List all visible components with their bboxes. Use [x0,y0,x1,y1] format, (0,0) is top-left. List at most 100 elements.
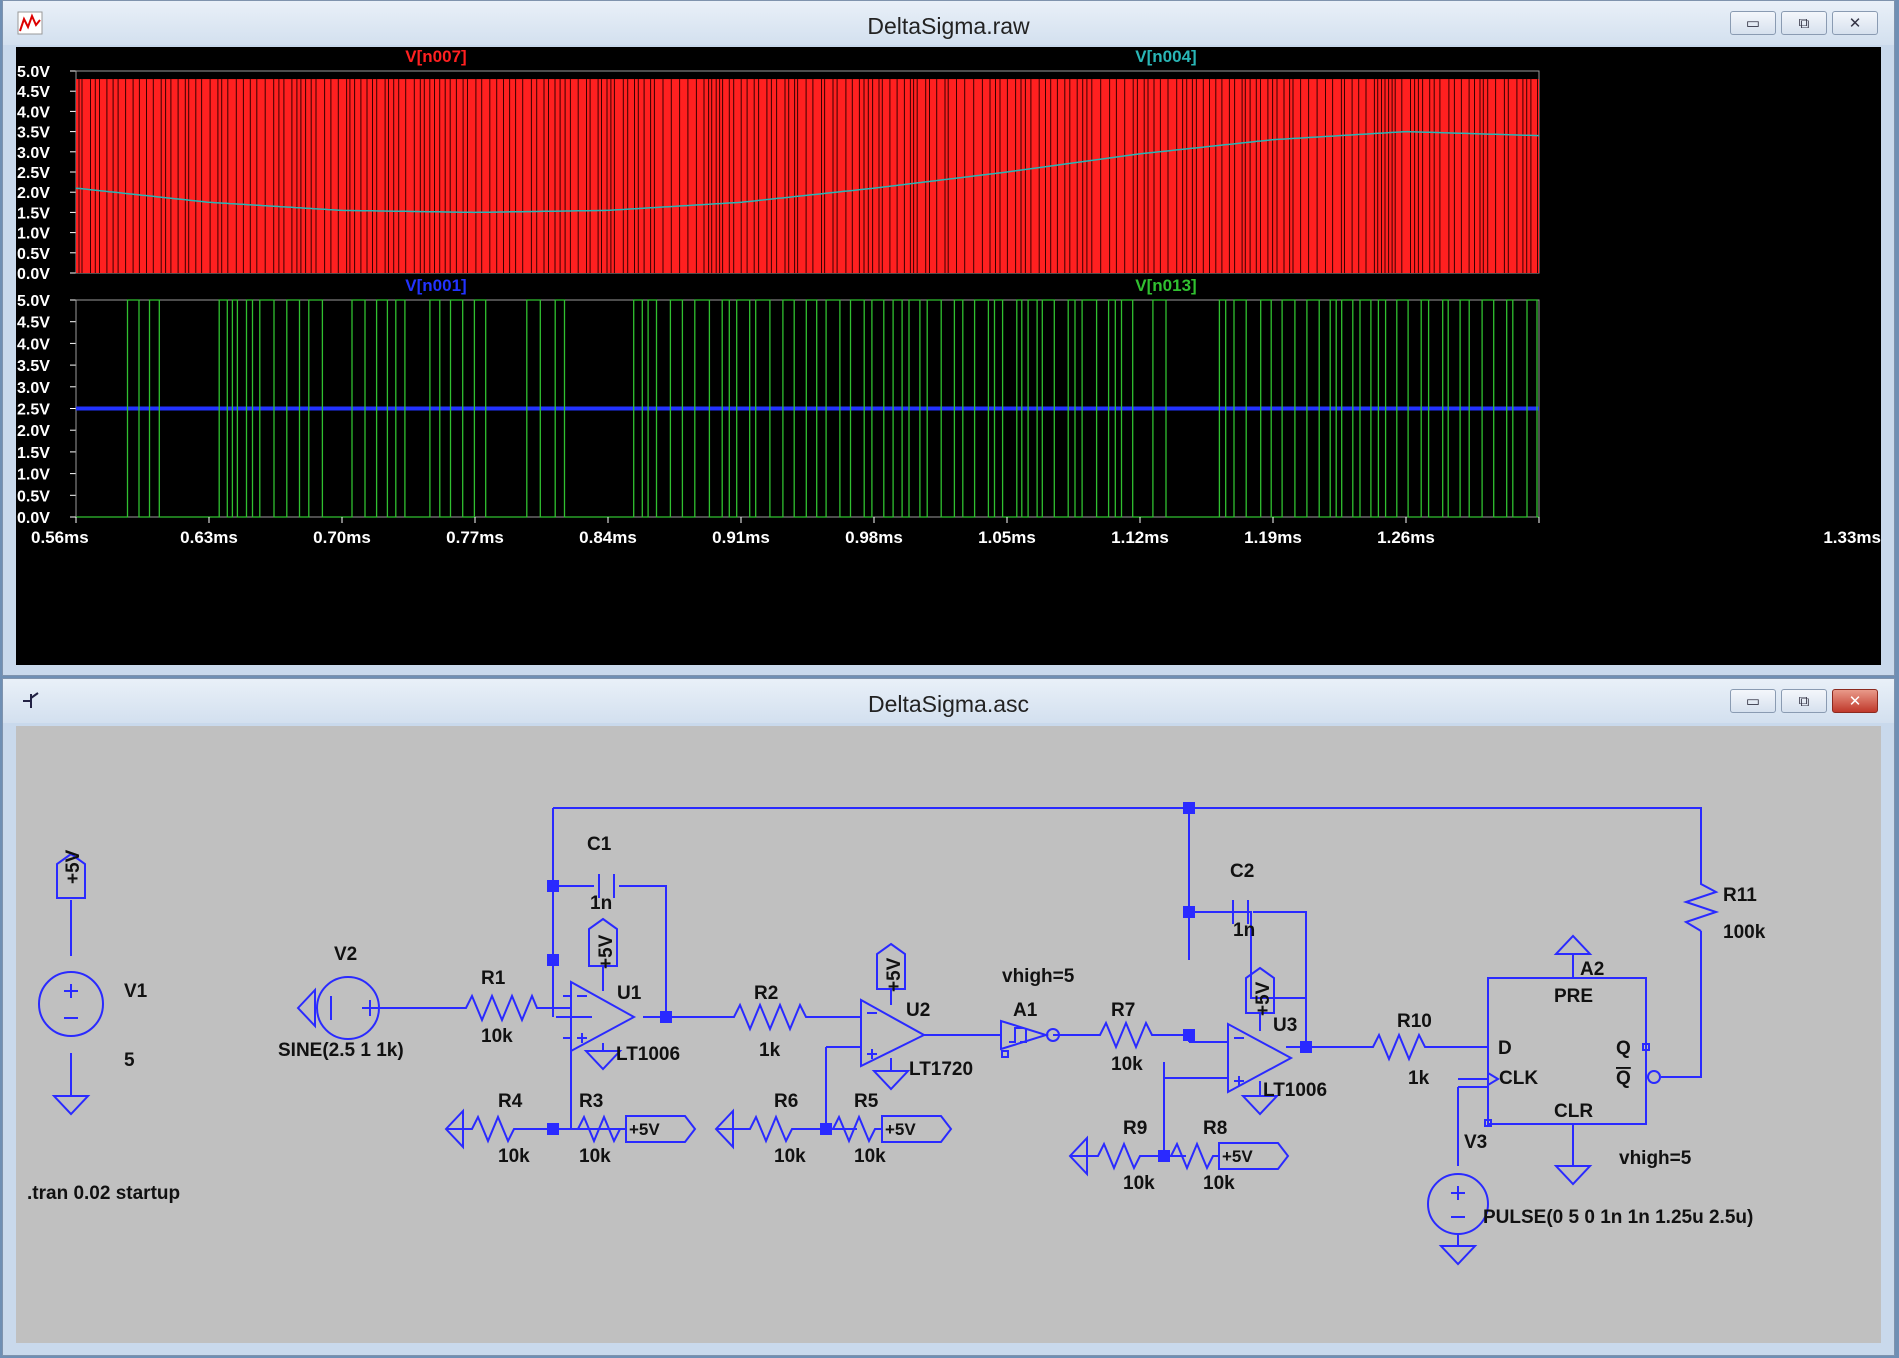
u1-part: LT1006 [616,1044,680,1065]
close-button[interactable]: ✕ [1832,689,1878,713]
r2-value: 1k [759,1040,781,1061]
y-tick-label: 0.0V [17,266,50,283]
minimize-button[interactable]: ▭ [1730,11,1776,35]
a1-inverter-symbol[interactable] [1000,1019,1050,1051]
r4-resistor-symbol[interactable] [465,1114,520,1144]
a2-pin-d: D [1498,1038,1512,1059]
r11-value: 100k [1723,922,1766,943]
legend-vn007[interactable]: V[n007] [405,47,466,66]
y-tick-label: 3.5V [17,358,50,375]
legend-vn013[interactable]: V[n013] [1135,276,1196,295]
y-tick-label: 2.5V [17,402,50,419]
r6-resistor-symbol[interactable] [743,1114,799,1144]
v1-source-symbol[interactable] [38,971,104,1037]
x-tick-label: 1.26ms [1377,528,1435,547]
schematic-window[interactable]: DeltaSigma.asc ▭ ⧉ ✕ +5V V1 5 V2 SINE(2.… [2,678,1895,1356]
supply-label: +5V [885,1120,916,1139]
legend-vn001[interactable]: V[n001] [405,276,466,295]
schematic-canvas[interactable]: +5V V1 5 V2 SINE(2.5 1 1k) R1 10k C1 1n … [16,726,1881,1343]
supply-label: +5V [596,934,617,969]
waveform-plot-svg[interactable]: 5.0V 4.5V 4.0V 3.5V 3.0V 2.5V 2.0V 1.5V 1.0V 0.5V… [16,47,1881,665]
y-tick-label: 4.0V [17,336,50,353]
y-tick-label: 5.0V [17,64,50,81]
junction-dot [1300,1041,1312,1053]
schematic-window-titlebar[interactable]: DeltaSigma.asc ▭ ⧉ ✕ [3,679,1894,723]
u2-part: LT1720 [909,1059,973,1080]
y-tick-label: 0.0V [17,510,50,527]
ground-v2 [296,987,316,1029]
r5-name: R5 [854,1091,879,1112]
close-button[interactable]: ✕ [1832,11,1878,35]
y-tick-label: 5.0V [17,293,50,310]
r1-value: 10k [481,1026,513,1047]
c2-value: 1n [1233,920,1255,941]
x-tick-label: 0.63ms [180,528,238,547]
waveform-window-titlebar[interactable]: DeltaSigma.raw ▭ ⧉ ✕ [3,1,1894,45]
maximize-button[interactable]: ⧉ [1781,689,1827,713]
v3-source-symbol[interactable] [1427,1173,1489,1235]
supply-label: +5V [884,957,905,992]
r7-name: R7 [1111,1000,1135,1021]
close-icon: ✕ [1848,693,1862,710]
a2-param: vhigh=5 [1619,1148,1692,1169]
maximize-button[interactable]: ⧉ [1781,11,1827,35]
y-tick-label: 2.0V [17,185,50,202]
wire [643,1016,862,1129]
junction-dot [1183,1029,1195,1041]
r1-name: R1 [481,968,506,989]
a2-pin-qbar: Q [1616,1068,1631,1089]
minimize-button[interactable]: ▭ [1730,689,1776,713]
supply-label: +5V [63,849,84,884]
y-tick-label: 2.5V [17,165,50,182]
junction-dot [547,1123,559,1135]
r11-resistor-symbol[interactable] [1682,878,1720,932]
junction-dot [660,1011,672,1023]
legend-vn004[interactable]: V[n004] [1135,47,1196,66]
x-tick-label: 1.33ms [1823,528,1881,547]
trace-vn007 [76,79,1539,273]
a2-name: A2 [1580,959,1604,980]
r7-resistor-symbol[interactable] [1093,1020,1158,1050]
waveform-plot-area[interactable]: 5.0V 4.5V 4.0V 3.5V 3.0V 2.5V 2.0V 1.5V 1.0V 0.5V… [16,47,1881,665]
spice-directive[interactable]: .tran 0.02 startup [27,1183,180,1204]
schematic-svg[interactable]: +5V V1 5 V2 SINE(2.5 1 1k) R1 10k C1 1n … [16,726,1881,1343]
u3-part: LT1006 [1263,1080,1327,1101]
x-tick-label: 1.19ms [1244,528,1302,547]
x-tick-label: 0.70ms [313,528,371,547]
v2-value: SINE(2.5 1 1k) [278,1040,404,1061]
r6-value: 10k [774,1146,806,1167]
r9-name: R9 [1123,1118,1147,1139]
a2-pin-clr: CLR [1554,1101,1593,1122]
r2-resistor-symbol[interactable] [726,1002,812,1032]
y-tick-label: 0.5V [17,246,50,263]
r9-value: 10k [1123,1173,1155,1194]
r5-value: 10k [854,1146,886,1167]
a2-pin-pre: PRE [1554,986,1593,1007]
a2-pin-clk: CLK [1499,1068,1538,1089]
a2-pre-pin-arrow [1553,934,1593,955]
r10-resistor-symbol[interactable] [1366,1032,1431,1062]
wire [552,807,1702,1078]
waveform-window-title: DeltaSigma.raw [867,13,1030,39]
u3-name: U3 [1273,1015,1297,1036]
y-tick-label: 2.0V [17,423,50,440]
v1-name: V1 [124,981,148,1002]
u2-name: U2 [906,1000,930,1021]
y-tick-label: 0.5V [17,488,50,505]
minimize-icon: ▭ [1745,693,1761,710]
waveform-window[interactable]: DeltaSigma.raw ▭ ⧉ ✕ 5.0V 4.5V 4.0V 3.5V 3.0… [2,0,1895,676]
r1-resistor-symbol[interactable] [461,993,542,1023]
junction-dot [1183,802,1195,814]
a1-param: vhigh=5 [1002,966,1075,987]
r8-name: R8 [1203,1118,1227,1139]
y-tick-label: 3.0V [17,145,50,162]
r7-value: 10k [1111,1054,1143,1075]
x-tick-label: 1.12ms [1111,528,1169,547]
x-tick-label: 0.56ms [31,528,89,547]
x-tick-label: 1.05ms [978,528,1036,547]
r9-resistor-symbol[interactable] [1091,1141,1146,1171]
close-icon: ✕ [1848,15,1862,32]
maximize-icon: ⧉ [1798,692,1810,710]
y-tick-label: 3.5V [17,125,50,142]
y-tick-label: 4.5V [17,84,50,101]
